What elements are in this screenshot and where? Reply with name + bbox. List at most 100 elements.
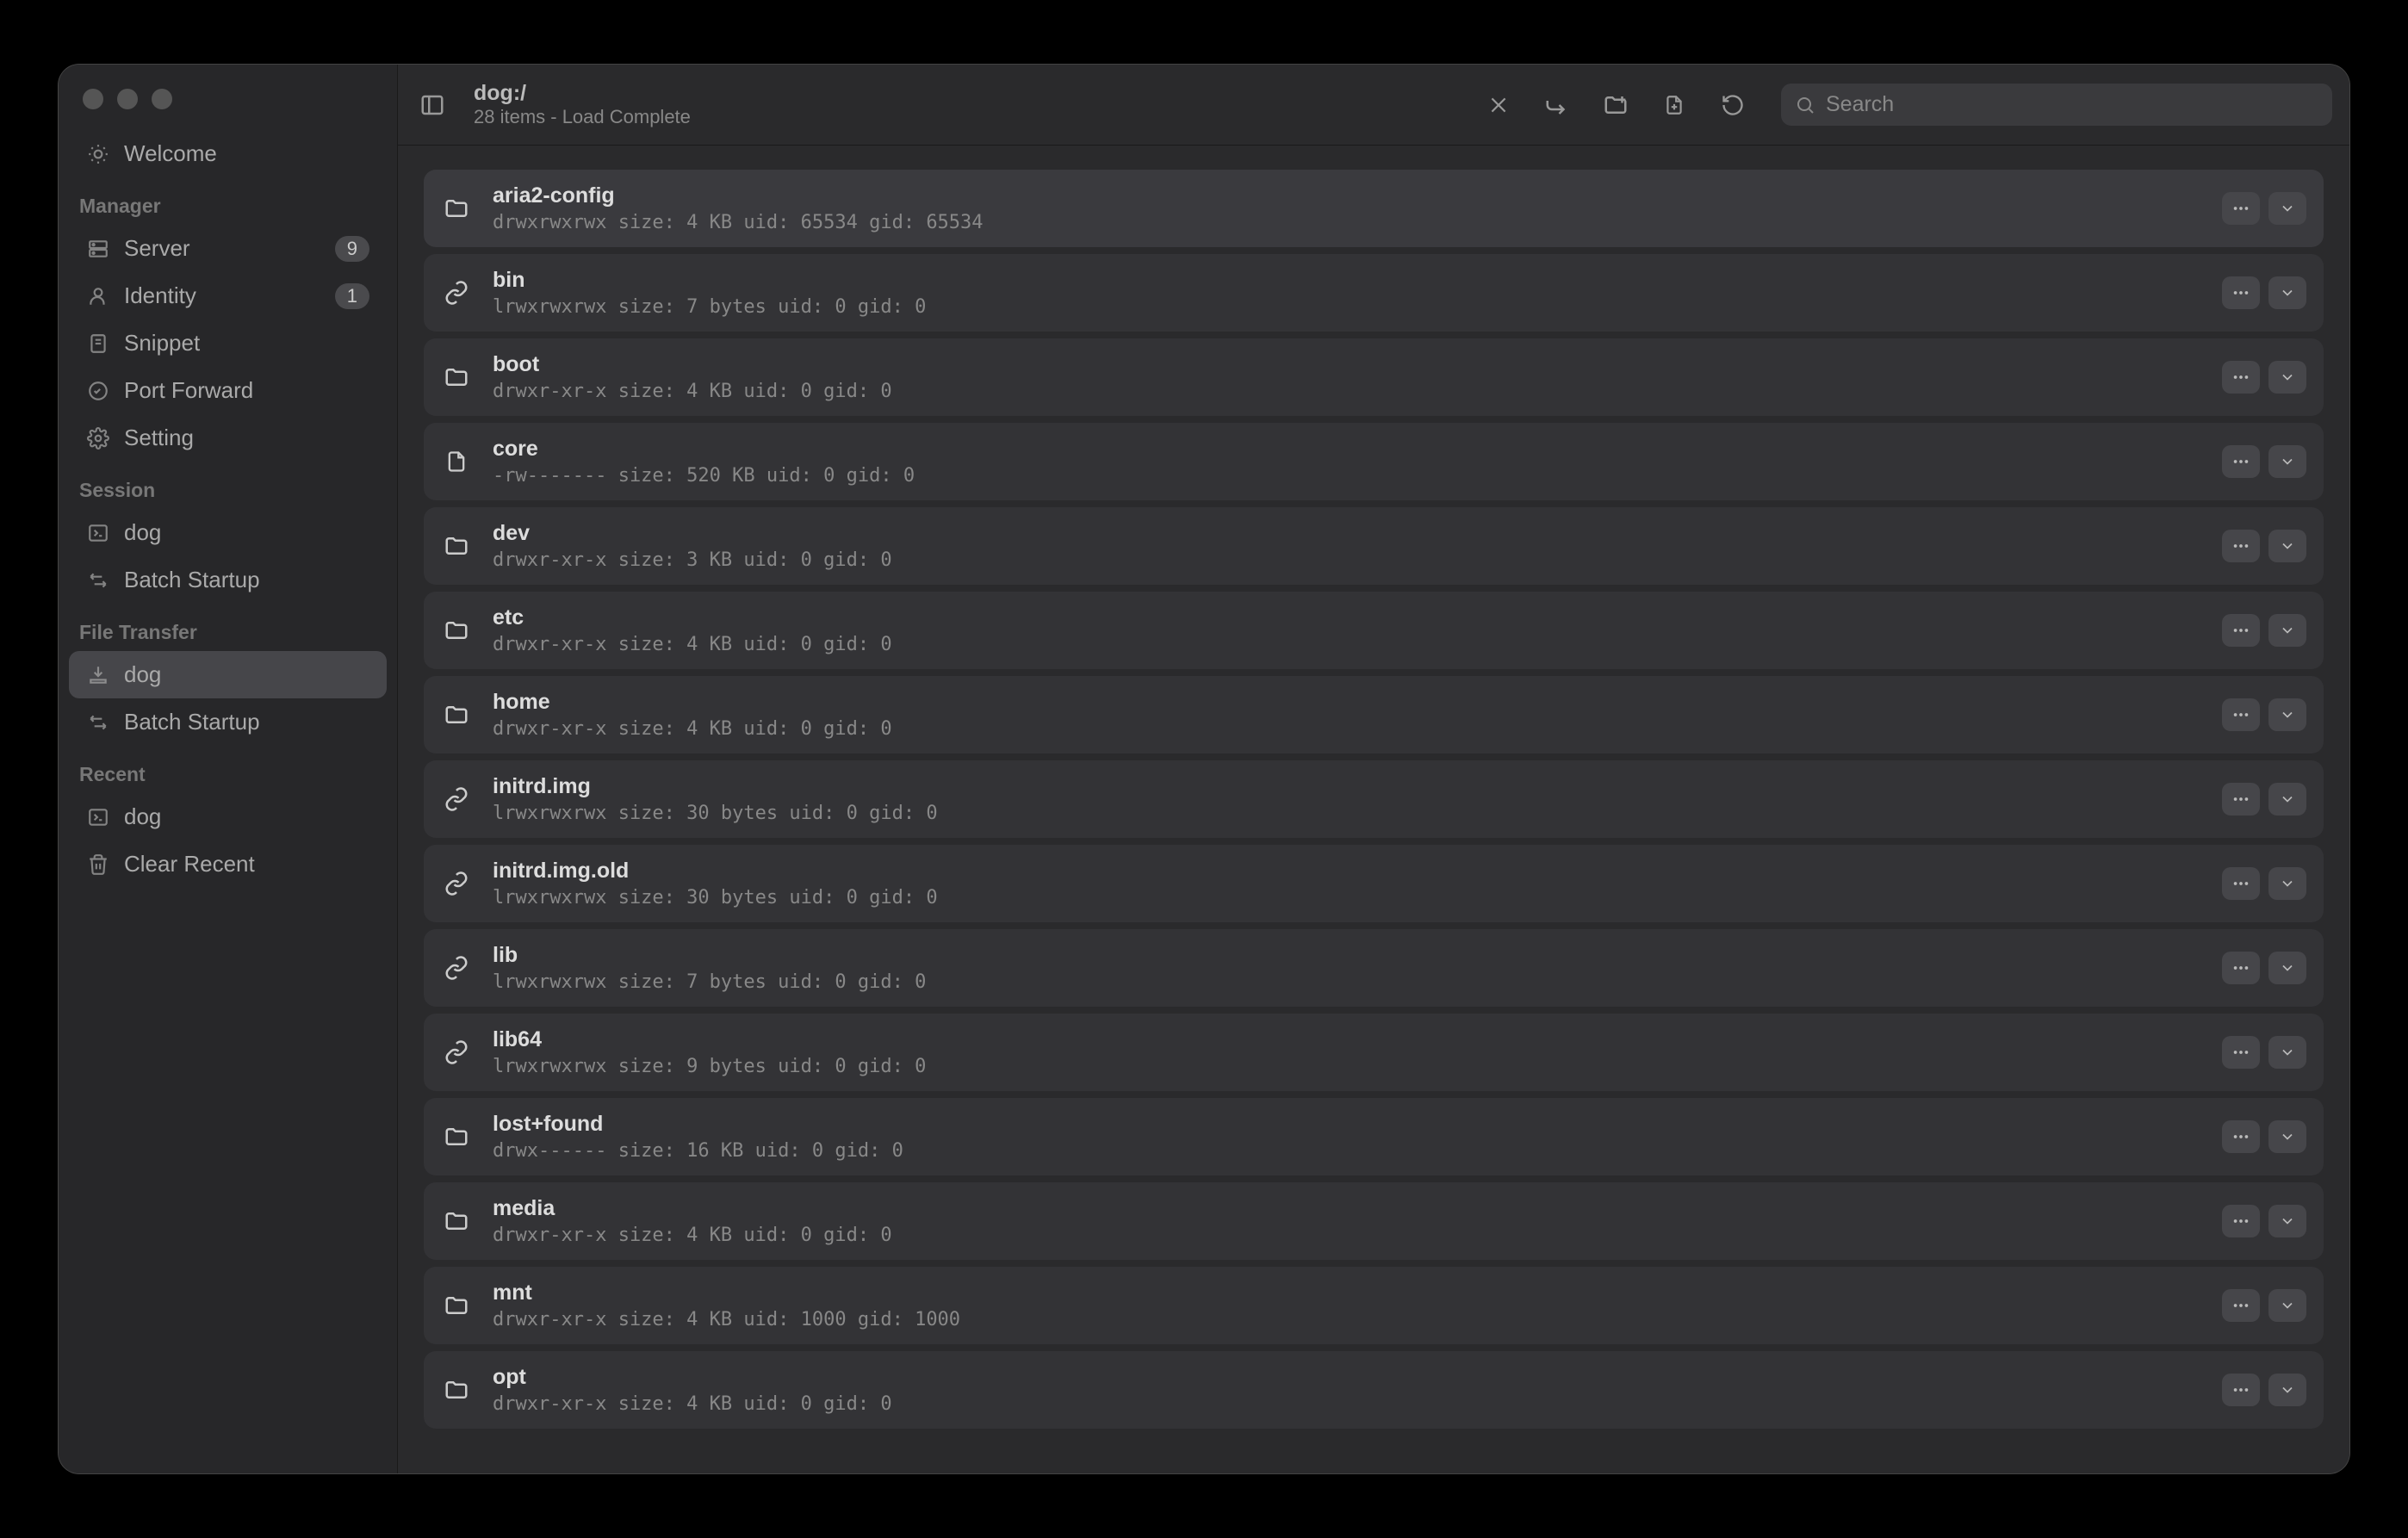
- more-button[interactable]: [2222, 530, 2260, 562]
- path-subtitle: 28 items - Load Complete: [474, 106, 1468, 128]
- more-button[interactable]: [2222, 698, 2260, 731]
- more-button[interactable]: [2222, 1374, 2260, 1406]
- sidebar-item-batch-startup[interactable]: Batch Startup: [69, 698, 387, 746]
- chevron-down-button[interactable]: [2268, 1374, 2306, 1406]
- new-folder-icon[interactable]: [1598, 88, 1633, 122]
- file-name: opt: [493, 1365, 2201, 1390]
- chevron-down-button[interactable]: [2268, 445, 2306, 478]
- chevron-down-button[interactable]: [2268, 1036, 2306, 1069]
- file-row[interactable]: opt drwxr-xr-x size: 4 KB uid: 0 gid: 0: [424, 1351, 2324, 1429]
- file-row[interactable]: core-rw------- size: 520 KB uid: 0 gid: …: [424, 423, 2324, 500]
- sidebar-item-identity[interactable]: Identity1: [69, 272, 387, 319]
- chevron-down-button[interactable]: [2268, 952, 2306, 984]
- sidebar-item-dog[interactable]: dog: [69, 651, 387, 698]
- folder-icon: [441, 362, 472, 393]
- file-list[interactable]: aria2-configdrwxrwxrwx size: 4 KB uid: 6…: [398, 146, 2349, 1473]
- file-meta: drwxr-xr-x size: 4 KB uid: 0 gid: 0: [493, 718, 2201, 740]
- new-file-icon[interactable]: [1657, 88, 1691, 122]
- sidebar-item-setting[interactable]: Setting: [69, 414, 387, 462]
- more-button[interactable]: [2222, 276, 2260, 309]
- sidebar-item-welcome[interactable]: Welcome: [69, 130, 387, 177]
- chevron-down-button[interactable]: [2268, 1289, 2306, 1322]
- more-button[interactable]: [2222, 361, 2260, 394]
- more-button[interactable]: [2222, 783, 2260, 816]
- file-info: opt drwxr-xr-x size: 4 KB uid: 0 gid: 0: [493, 1365, 2201, 1415]
- more-button[interactable]: [2222, 192, 2260, 225]
- file-meta: lrwxrwxrwx size: 30 bytes uid: 0 gid: 0: [493, 803, 2201, 824]
- badge: 9: [335, 236, 369, 262]
- more-button[interactable]: [2222, 1289, 2260, 1322]
- file-icon: [441, 446, 472, 477]
- sidebar-item-label: Batch Startup: [124, 709, 369, 735]
- chevron-down-button[interactable]: [2268, 1120, 2306, 1153]
- file-info: lost+founddrwx------ size: 16 KB uid: 0 …: [493, 1112, 2201, 1162]
- file-name: etc: [493, 605, 2201, 630]
- chevron-down-button[interactable]: [2268, 1205, 2306, 1237]
- trash-icon: [86, 853, 110, 877]
- sidebar-item-batch-startup[interactable]: Batch Startup: [69, 556, 387, 604]
- file-row[interactable]: bootdrwxr-xr-x size: 4 KB uid: 0 gid: 0: [424, 338, 2324, 416]
- chevron-down-button[interactable]: [2268, 867, 2306, 900]
- toggle-sidebar-button[interactable]: [415, 88, 450, 122]
- file-row[interactable]: mediadrwxr-xr-x size: 4 KB uid: 0 gid: 0: [424, 1182, 2324, 1260]
- file-row[interactable]: aria2-configdrwxrwxrwx size: 4 KB uid: 6…: [424, 170, 2324, 247]
- more-button[interactable]: [2222, 867, 2260, 900]
- file-name: home: [493, 690, 2201, 715]
- more-button[interactable]: [2222, 1036, 2260, 1069]
- file-row[interactable]: initrd.img.oldlrwxrwxrwx size: 30 bytes …: [424, 845, 2324, 922]
- file-row[interactable]: initrd.imglrwxrwxrwx size: 30 bytes uid:…: [424, 760, 2324, 838]
- more-button[interactable]: [2222, 1205, 2260, 1237]
- chevron-down-button[interactable]: [2268, 698, 2306, 731]
- badge: 1: [335, 283, 369, 309]
- file-row[interactable]: lost+founddrwx------ size: 16 KB uid: 0 …: [424, 1098, 2324, 1175]
- sidebar-item-clear-recent[interactable]: Clear Recent: [69, 840, 387, 888]
- refresh-icon[interactable]: [1716, 88, 1750, 122]
- folder-icon: [441, 530, 472, 561]
- file-info: devdrwxr-xr-x size: 3 KB uid: 0 gid: 0: [493, 521, 2201, 571]
- port-forward-icon: [86, 379, 110, 403]
- forward-icon[interactable]: [1540, 88, 1574, 122]
- search-box[interactable]: [1781, 84, 2332, 126]
- batch-icon: [86, 710, 110, 735]
- sidebar-item-port-forward[interactable]: Port Forward: [69, 367, 387, 414]
- sidebar-item-snippet[interactable]: Snippet: [69, 319, 387, 367]
- file-row[interactable]: home drwxr-xr-x size: 4 KB uid: 0 gid: 0: [424, 676, 2324, 753]
- chevron-down-button[interactable]: [2268, 783, 2306, 816]
- minimize-window-button[interactable]: [117, 89, 138, 109]
- maximize-window-button[interactable]: [152, 89, 172, 109]
- file-actions: [2222, 1205, 2306, 1237]
- file-name: boot: [493, 352, 2201, 377]
- chevron-down-button[interactable]: [2268, 361, 2306, 394]
- sidebar-item-dog[interactable]: dog: [69, 509, 387, 556]
- more-button[interactable]: [2222, 614, 2260, 647]
- file-meta: -rw------- size: 520 KB uid: 0 gid: 0: [493, 465, 2201, 487]
- file-row[interactable]: etcdrwxr-xr-x size: 4 KB uid: 0 gid: 0: [424, 592, 2324, 669]
- file-row[interactable]: mntdrwxr-xr-x size: 4 KB uid: 1000 gid: …: [424, 1267, 2324, 1344]
- sidebar: Welcome Manager Server9Identity1SnippetP…: [59, 65, 398, 1473]
- file-meta: drwxr-xr-x size: 4 KB uid: 0 gid: 0: [493, 1393, 2201, 1415]
- file-actions: [2222, 1374, 2306, 1406]
- chevron-down-button[interactable]: [2268, 614, 2306, 647]
- file-info: lib64lrwxrwxrwx size: 9 bytes uid: 0 gid…: [493, 1027, 2201, 1077]
- file-name: bin: [493, 268, 2201, 293]
- search-input[interactable]: [1826, 92, 2318, 117]
- file-info: liblrwxrwxrwx size: 7 bytes uid: 0 gid: …: [493, 943, 2201, 993]
- sidebar-item-label: Identity: [124, 282, 335, 309]
- chevron-down-button[interactable]: [2268, 192, 2306, 225]
- file-actions: [2222, 445, 2306, 478]
- file-row[interactable]: lib64lrwxrwxrwx size: 9 bytes uid: 0 gid…: [424, 1014, 2324, 1091]
- chevron-down-button[interactable]: [2268, 276, 2306, 309]
- more-button[interactable]: [2222, 952, 2260, 984]
- file-row[interactable]: devdrwxr-xr-x size: 3 KB uid: 0 gid: 0: [424, 507, 2324, 585]
- link-icon: [441, 1037, 472, 1068]
- close-window-button[interactable]: [83, 89, 103, 109]
- sidebar-item-dog[interactable]: dog: [69, 793, 387, 840]
- more-button[interactable]: [2222, 1120, 2260, 1153]
- setting-icon: [86, 426, 110, 450]
- sidebar-item-server[interactable]: Server9: [69, 225, 387, 272]
- more-button[interactable]: [2222, 445, 2260, 478]
- chevron-down-button[interactable]: [2268, 530, 2306, 562]
- close-icon[interactable]: [1481, 88, 1516, 122]
- file-row[interactable]: liblrwxrwxrwx size: 7 bytes uid: 0 gid: …: [424, 929, 2324, 1007]
- file-row[interactable]: binlrwxrwxrwx size: 7 bytes uid: 0 gid: …: [424, 254, 2324, 332]
